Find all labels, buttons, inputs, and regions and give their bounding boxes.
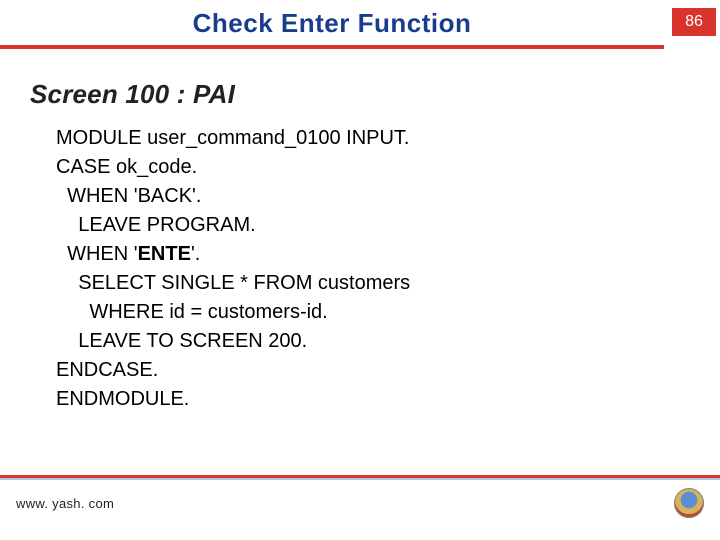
slide-title: Check Enter Function [0, 8, 664, 39]
section-heading: Screen 100 : PAI [30, 79, 720, 110]
code-line: WHERE id = customers-id. [56, 301, 328, 323]
code-fragment: '. [191, 243, 200, 265]
code-line: ENDCASE. [56, 359, 158, 381]
code-line: ENDMODULE. [56, 388, 189, 410]
page-number-badge: 86 [672, 8, 716, 36]
code-line: CASE ok_code. [56, 156, 197, 178]
highlighted-keyword: ENTE [138, 243, 191, 265]
code-line: WHEN 'ENTE'. [56, 243, 200, 265]
code-line: LEAVE TO SCREEN 200. [56, 330, 307, 352]
code-block: MODULE user_command_0100 INPUT. CASE ok_… [56, 124, 720, 414]
slide-footer: www. yash. com [0, 475, 720, 518]
code-line: WHEN 'BACK'. [56, 185, 201, 207]
company-logo-icon [674, 488, 704, 518]
code-line: LEAVE PROGRAM. [56, 214, 256, 236]
title-wrap: Check Enter Function [0, 8, 664, 49]
footer-url: www. yash. com [16, 496, 114, 511]
code-line: SELECT SINGLE * FROM customers [56, 272, 410, 294]
code-fragment: WHEN ' [56, 243, 138, 265]
slide-header: Check Enter Function 86 [0, 0, 720, 49]
code-line: MODULE user_command_0100 INPUT. [56, 127, 409, 149]
